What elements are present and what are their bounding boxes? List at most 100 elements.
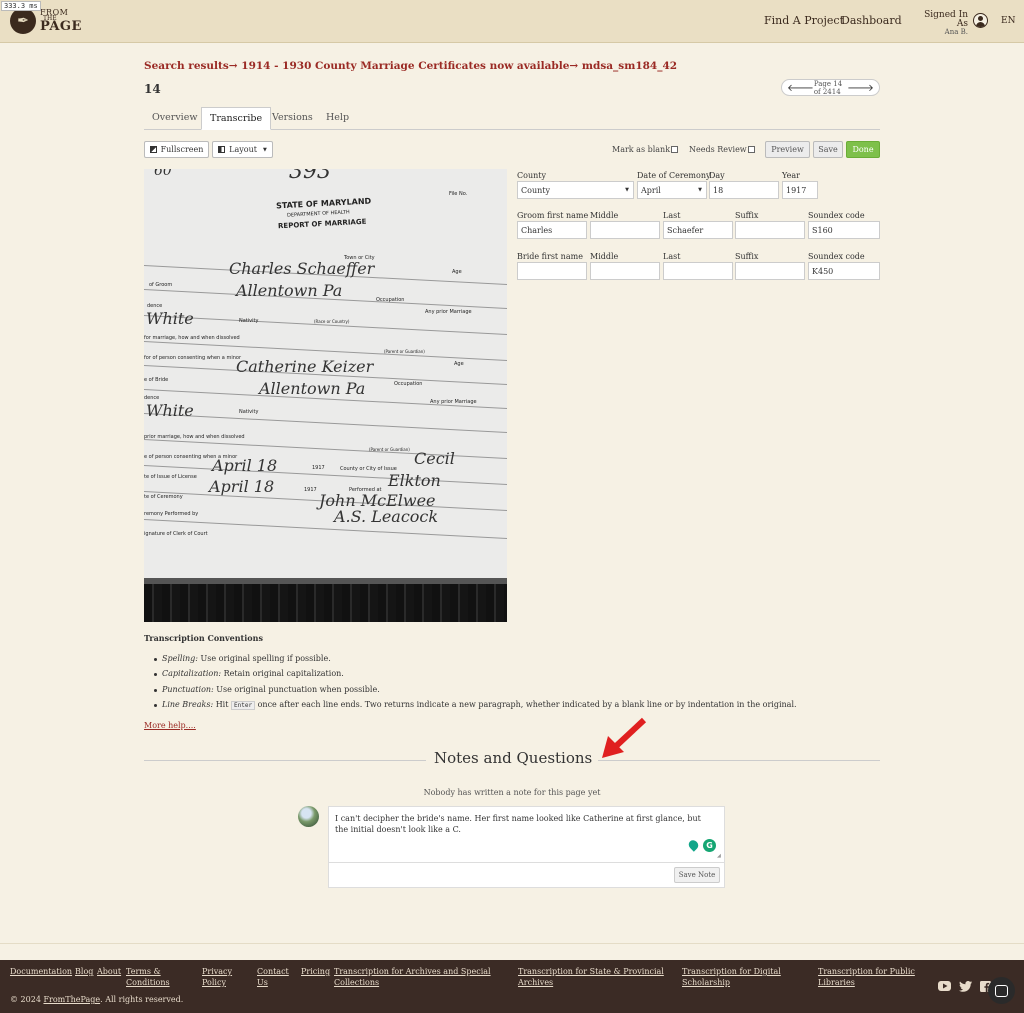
footer-contact[interactable]: Contact Us bbox=[257, 966, 289, 988]
doc-prior-how: for marriage, how and when dissolved bbox=[144, 335, 240, 341]
bride-soundex-field[interactable]: K450 bbox=[808, 262, 880, 280]
groom-soundex-label: Soundex code bbox=[808, 211, 865, 220]
hw-town2: Allentown Pa bbox=[259, 379, 366, 398]
footer-state[interactable]: Transcription for State & Provincial Arch… bbox=[518, 966, 664, 988]
nav-dashboard[interactable]: Dashboard bbox=[841, 14, 902, 27]
groom-suffix-field[interactable] bbox=[735, 221, 805, 239]
fullscreen-button[interactable]: Fullscreen bbox=[144, 141, 209, 158]
divider bbox=[598, 760, 880, 761]
twitter-icon[interactable] bbox=[959, 981, 972, 992]
needs-review-checkbox[interactable] bbox=[748, 146, 755, 153]
convention-text: Use original spelling if possible. bbox=[197, 654, 331, 663]
copyright-pre: © 2024 bbox=[10, 995, 44, 1004]
resize-handle-icon[interactable]: ◢ bbox=[717, 853, 721, 859]
quill-icon: ✒ bbox=[10, 8, 36, 34]
groom-soundex-value: S160 bbox=[812, 225, 833, 235]
doc-age: Age bbox=[452, 269, 462, 275]
bride-soundex-label: Soundex code bbox=[808, 252, 865, 261]
doc-occupation-2: Occupation bbox=[394, 381, 423, 387]
chat-button[interactable] bbox=[988, 977, 1015, 1004]
mark-blank-checkbox[interactable] bbox=[671, 146, 678, 153]
tab-transcribe[interactable]: Transcribe bbox=[201, 107, 272, 130]
bride-suffix-field[interactable] bbox=[735, 262, 805, 280]
save-note-button[interactable]: Save Note bbox=[674, 867, 720, 883]
groom-last-field[interactable]: Schaefer bbox=[663, 221, 733, 239]
breadcrumb-sep: → bbox=[569, 60, 579, 72]
day-field[interactable]: 18 bbox=[709, 181, 779, 199]
bride-last-field[interactable] bbox=[663, 262, 733, 280]
copyright: © 2024 FromThePage. All rights reserved. bbox=[10, 995, 183, 1004]
breadcrumb-sep: → bbox=[228, 60, 238, 72]
layout-label: Layout bbox=[229, 145, 257, 154]
more-help-link[interactable]: More help.... bbox=[144, 721, 196, 730]
caret-down-icon: ▼ bbox=[625, 187, 629, 193]
footer-privacy-l2: Policy bbox=[202, 978, 226, 987]
tab-versions[interactable]: Versions bbox=[264, 107, 321, 130]
footer-documentation[interactable]: Documentation bbox=[10, 966, 72, 977]
list-item: Capitalization: Retain original capitali… bbox=[154, 669, 797, 684]
copyright-link[interactable]: FromThePage bbox=[43, 995, 100, 1004]
groom-soundex-field[interactable]: S160 bbox=[808, 221, 880, 239]
copyright-post: . All rights reserved. bbox=[100, 995, 184, 1004]
footer-terms[interactable]: Terms & Conditions bbox=[126, 966, 170, 988]
bride-middle-label: Middle bbox=[590, 252, 619, 261]
signed-in-as[interactable]: Signed In As Ana B. bbox=[914, 11, 968, 36]
language-switcher[interactable]: EN bbox=[1001, 16, 1015, 26]
tab-overview[interactable]: Overview bbox=[144, 107, 205, 130]
bride-first-label: Bride first name bbox=[517, 252, 583, 261]
groom-first-field[interactable]: Charles bbox=[517, 221, 587, 239]
next-page-icon[interactable]: 🡒 bbox=[847, 82, 874, 94]
conventions-title: Transcription Conventions bbox=[144, 633, 263, 643]
youtube-icon[interactable] bbox=[938, 981, 951, 992]
breadcrumb-search-results[interactable]: Search results bbox=[144, 60, 229, 72]
document-image[interactable]: 60 393 STATE OF MARYLAND DEPARTMENT OF H… bbox=[144, 169, 507, 622]
county-label: County bbox=[517, 171, 546, 180]
footer-privacy[interactable]: Privacy Policy bbox=[202, 966, 232, 988]
footer-public[interactable]: Transcription for Public Libraries bbox=[818, 966, 915, 988]
bride-middle-field[interactable] bbox=[590, 262, 660, 280]
needs-review-label: Needs Review bbox=[689, 145, 747, 154]
year-field[interactable]: 1917 bbox=[782, 181, 818, 199]
groom-middle-field[interactable] bbox=[590, 221, 660, 239]
breadcrumb-collection[interactable]: 1914 - 1930 County Marriage Certificates… bbox=[241, 60, 569, 72]
footer-digital[interactable]: Transcription for Digital Scholarship bbox=[682, 966, 781, 988]
footer-state-l2: Archives bbox=[518, 978, 554, 987]
tab-help[interactable]: Help bbox=[318, 107, 357, 130]
signed-in-label: Signed In As bbox=[924, 10, 968, 29]
county-select[interactable]: County ▼ bbox=[517, 181, 634, 199]
conventions-list: Spelling: Use original spelling if possi… bbox=[154, 654, 797, 715]
page-title: 14 bbox=[144, 82, 161, 96]
doc-dept: DEPARTMENT OF HEALTH bbox=[286, 209, 350, 219]
grammarly-icon[interactable]: G bbox=[703, 839, 716, 852]
location-pin-icon[interactable] bbox=[686, 838, 701, 852]
groom-last-label: Last bbox=[663, 211, 681, 220]
logo[interactable]: ✒ FROM THE PAGE bbox=[10, 8, 82, 34]
avatar bbox=[298, 806, 319, 827]
convention-text: once after each line ends. Two returns i… bbox=[255, 699, 797, 709]
footer-archives-l2: Collections bbox=[334, 978, 380, 987]
breadcrumb-work[interactable]: mdsa_sm184_42 bbox=[582, 60, 677, 72]
preview-button[interactable]: Preview bbox=[765, 141, 810, 158]
footer-about[interactable]: About bbox=[97, 966, 121, 977]
bride-last-label: Last bbox=[663, 252, 681, 261]
footer-terms-l1: Terms & bbox=[126, 967, 161, 976]
hw-clerk: A.S. Leacock bbox=[334, 507, 439, 526]
note-textarea[interactable]: I can't decipher the bride's name. Her f… bbox=[328, 806, 725, 888]
month-select[interactable]: April ▼ bbox=[637, 181, 707, 199]
footer-archives[interactable]: Transcription for Archives and Special Co… bbox=[334, 966, 491, 988]
footer-pricing[interactable]: Pricing bbox=[301, 966, 330, 977]
footer-blog[interactable]: Blog bbox=[75, 966, 93, 977]
bride-first-field[interactable] bbox=[517, 262, 587, 280]
logo-line3: PAGE bbox=[40, 19, 82, 35]
user-icon[interactable] bbox=[973, 13, 988, 28]
doc-state: STATE OF MARYLAND bbox=[275, 196, 372, 211]
prev-page-icon[interactable]: 🡐 bbox=[787, 82, 814, 94]
footer-terms-l2: Conditions bbox=[126, 978, 170, 987]
nav-find-project[interactable]: Find A Project bbox=[764, 14, 844, 27]
done-button[interactable]: Done bbox=[846, 141, 880, 158]
footer-contact-l1: Contact bbox=[257, 967, 289, 976]
footer-state-l1: Transcription for State & Provincial bbox=[518, 967, 664, 976]
layout-dropdown[interactable]: Layout ▼ bbox=[212, 141, 273, 158]
divider bbox=[144, 760, 426, 761]
save-button[interactable]: Save bbox=[813, 141, 843, 158]
